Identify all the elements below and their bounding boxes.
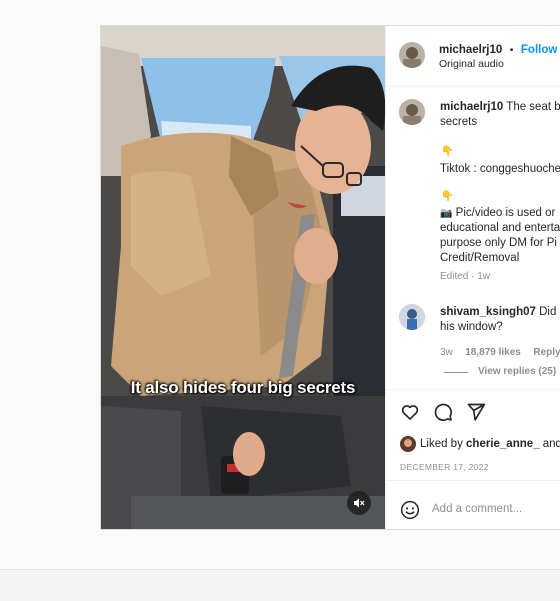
header-separator: • bbox=[509, 44, 514, 56]
mute-icon bbox=[354, 498, 365, 508]
post-video[interactable]: It also hides four big secrets bbox=[101, 26, 385, 529]
comment-text-2: his window? bbox=[440, 321, 503, 333]
caption-text-5: purpose only DM for Pi bbox=[440, 237, 557, 249]
avatar-image bbox=[399, 304, 425, 330]
view-replies-button[interactable]: View replies (25) bbox=[478, 366, 556, 377]
comment-text-1: Did h bbox=[539, 306, 560, 318]
camera-emoji: 📷 bbox=[440, 208, 453, 219]
point-down-emoji-1: 👇 bbox=[441, 146, 454, 157]
post-dialog: It also hides four big secrets michaelrj… bbox=[100, 25, 560, 530]
comment-icon[interactable] bbox=[433, 402, 453, 422]
caption-meta: Edited · 1w bbox=[440, 271, 491, 282]
comment-divider bbox=[386, 480, 560, 481]
mute-button[interactable] bbox=[347, 491, 371, 515]
caption-avatar[interactable] bbox=[399, 99, 425, 125]
author-username[interactable]: michaelrj10 bbox=[439, 44, 502, 56]
caption-line-1: michaelrj10 The seat be bbox=[440, 100, 560, 115]
caption-username[interactable]: michaelrj10 bbox=[440, 101, 503, 113]
post-header: michaelrj10 • Follow Original audio bbox=[386, 26, 560, 87]
post-date: DECEMBER 17, 2022 bbox=[400, 462, 489, 472]
follow-button[interactable]: Follow bbox=[521, 44, 557, 56]
caption-text-3: 📷 Pic/video is used or bbox=[440, 206, 555, 221]
video-frame bbox=[101, 26, 385, 529]
author-avatar[interactable] bbox=[399, 42, 425, 68]
liked-by-suffix: and bbox=[539, 438, 560, 450]
commenter-username[interactable]: shivam_ksingh07 bbox=[440, 306, 536, 318]
point-down-emoji-2: 👇 bbox=[441, 191, 454, 202]
avatar-image bbox=[399, 42, 425, 68]
smiley-icon[interactable] bbox=[400, 500, 420, 520]
add-comment-input[interactable]: Add a comment... bbox=[432, 502, 522, 517]
view-replies-line bbox=[444, 372, 468, 373]
avatar-image bbox=[400, 436, 416, 452]
caption-text-6: Credit/Removal bbox=[440, 252, 520, 264]
liked-by-text: Liked by cherie_anne_ and bbox=[420, 437, 560, 452]
caption-text-4: educational and enterta bbox=[440, 222, 560, 234]
heart-icon[interactable] bbox=[400, 402, 420, 422]
bottom-bar bbox=[0, 569, 560, 601]
comment-reply-button[interactable]: Reply bbox=[533, 347, 560, 358]
liker-avatar[interactable] bbox=[400, 436, 416, 452]
caption-text-1: The seat be bbox=[506, 101, 560, 113]
audio-label[interactable]: Original audio bbox=[439, 58, 504, 70]
comment-line-1: shivam_ksingh07 Did h bbox=[440, 305, 560, 320]
liked-by-user[interactable]: cherie_anne_ bbox=[466, 438, 540, 450]
commenter-avatar[interactable] bbox=[399, 304, 425, 330]
post-actions: Liked by cherie_anne_ and DECEMBER 17, 2… bbox=[386, 389, 560, 529]
video-caption-overlay: It also hides four big secrets bbox=[130, 378, 356, 397]
avatar-image bbox=[399, 99, 425, 125]
comment-time: 3w bbox=[440, 347, 453, 358]
comment-meta: 3w 18,879 likes Reply bbox=[440, 342, 560, 360]
share-icon[interactable] bbox=[466, 402, 486, 422]
comment-likes[interactable]: 18,879 likes bbox=[465, 347, 521, 358]
author-line: michaelrj10 • Follow bbox=[439, 40, 557, 58]
caption-pic-video: Pic/video is used or bbox=[455, 207, 556, 219]
caption-tiktok: Tiktok : conggeshuoche bbox=[440, 163, 560, 175]
post-sidebar: michaelrj10 • Follow Original audio mich… bbox=[385, 26, 560, 529]
caption-text-2: secrets bbox=[440, 116, 478, 128]
liked-by-prefix: Liked by bbox=[420, 438, 467, 450]
